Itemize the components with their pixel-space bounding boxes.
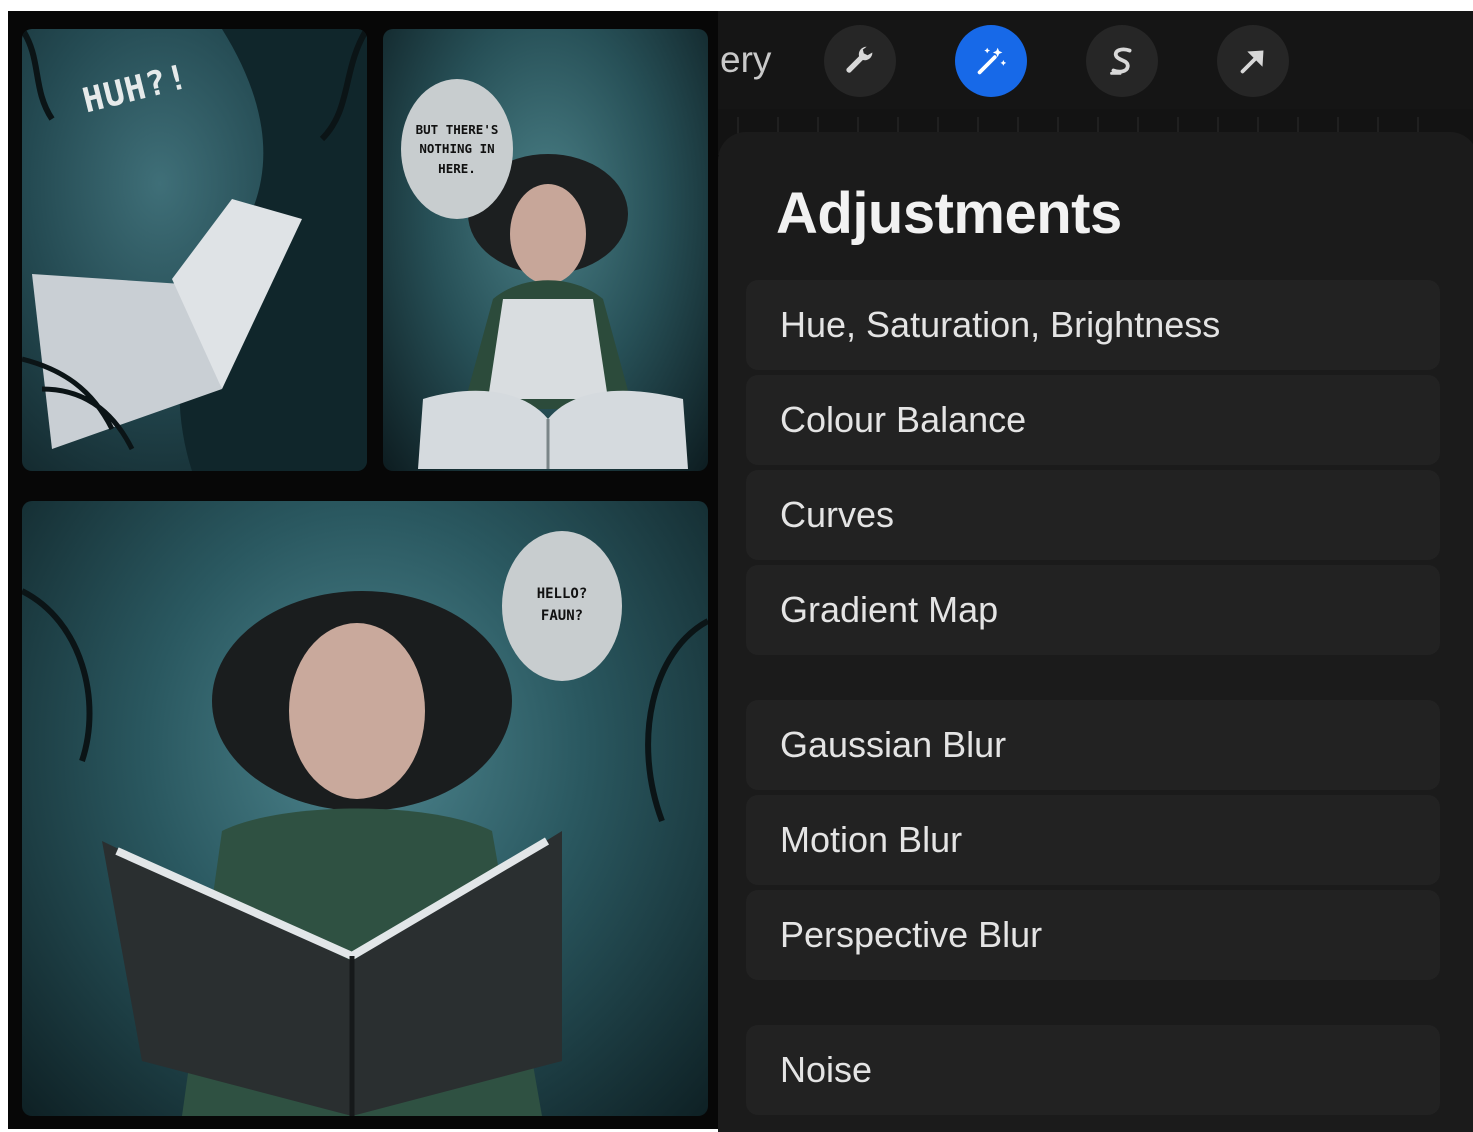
menu-item-label: Hue, Saturation, Brightness — [780, 304, 1221, 345]
arrow-cursor-icon — [1240, 50, 1264, 74]
selection-button[interactable] — [1086, 25, 1158, 97]
menu-item-noise[interactable]: Noise — [746, 1025, 1440, 1115]
transform-button[interactable] — [1217, 25, 1289, 97]
top-toolbar: ery — [718, 11, 1473, 109]
panel-1-art — [22, 29, 367, 471]
selection-s-icon — [1110, 47, 1132, 75]
menu-item-curves[interactable]: Curves — [746, 470, 1440, 560]
adjustments-menu: Adjustments Hue, Saturation, Brightness … — [718, 132, 1473, 1132]
adjustments-button[interactable] — [955, 25, 1027, 97]
menu-item-gaussian-blur[interactable]: Gaussian Blur — [746, 700, 1440, 790]
menu-item-colour-balance[interactable]: Colour Balance — [746, 375, 1440, 465]
menu-item-label: Motion Blur — [780, 819, 963, 860]
menu-item-label: Gaussian Blur — [780, 724, 1007, 765]
menu-item-perspective-blur[interactable]: Perspective Blur — [746, 890, 1440, 980]
adjustments-title: Adjustments — [776, 181, 1122, 246]
menu-item-label: Noise — [780, 1049, 873, 1090]
menu-item-gradient-map[interactable]: Gradient Map — [746, 565, 1440, 655]
comic-panel-2: BUT THERE'S NOTHING IN HERE. — [383, 29, 708, 471]
wrench-icon — [846, 46, 873, 73]
speech-balloon-2: HELLO? FAUN? — [502, 531, 622, 681]
drawing-canvas[interactable]: HUH?! BUT THERE'S NOTHING IN HERE. HELLO… — [8, 11, 718, 1129]
actions-button[interactable] — [824, 25, 896, 97]
speech-balloon-1: BUT THERE'S NOTHING IN HERE. — [401, 79, 513, 219]
comic-panel-3: HELLO? FAUN? — [22, 501, 708, 1116]
menu-item-motion-blur[interactable]: Motion Blur — [746, 795, 1440, 885]
menu-item-label: Perspective Blur — [780, 914, 1043, 955]
menu-item-hue-saturation-brightness[interactable]: Hue, Saturation, Brightness — [746, 280, 1440, 370]
magic-wand-icon — [977, 47, 1007, 75]
comic-panel-1: HUH?! — [22, 29, 367, 471]
menu-item-label: Colour Balance — [780, 399, 1027, 440]
menu-item-label: Curves — [780, 494, 895, 535]
menu-item-label: Gradient Map — [780, 589, 999, 630]
gallery-button[interactable]: ery — [720, 39, 771, 81]
